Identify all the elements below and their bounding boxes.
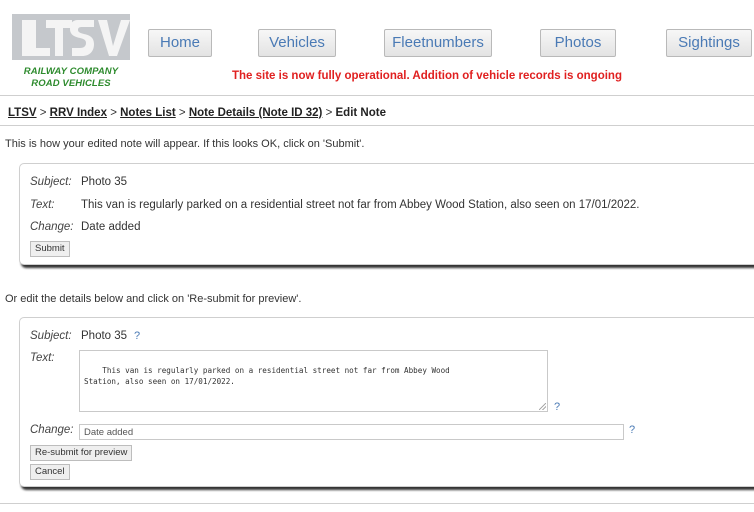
breadcrumb-link-note-details[interactable]: Note Details (Note ID 32)	[189, 107, 323, 119]
preview-instructions: This is how your edited note will appear…	[5, 138, 365, 150]
note-text-textarea[interactable]: This van is regularly parked on a reside…	[79, 350, 548, 412]
resubmit-preview-button[interactable]: Re-submit for preview	[30, 445, 133, 461]
breadcrumb-separator: >	[325, 107, 333, 119]
preview-text-label: Text:	[30, 199, 55, 211]
nav-photos-button[interactable]: Photos	[540, 29, 616, 57]
edit-change-label: Change:	[30, 424, 74, 436]
site-status-notice: The site is now fully operational. Addit…	[232, 70, 622, 82]
preview-subject-value: Photo 35	[81, 176, 128, 188]
resize-handle-icon[interactable]	[539, 403, 546, 410]
breadcrumb-separator: >	[39, 107, 47, 119]
preview-panel: Subject: Photo 35 Text: This van is regu…	[19, 163, 754, 265]
logo-subtitle-line2: ROAD VEHICLES	[31, 78, 111, 89]
note-text-value: This van is regularly parked on a reside…	[84, 366, 450, 386]
nav-fleetnumbers-button[interactable]: Fleetnumbers	[384, 29, 492, 57]
site-header: RAILWAY COMPANY ROAD VEHICLES Home Vehic…	[0, 0, 754, 96]
edit-panel: Subject: Photo 35 ? Text: This van is re…	[19, 317, 754, 487]
edit-text-label: Text:	[30, 352, 55, 364]
nav-vehicles-button[interactable]: Vehicles	[258, 29, 336, 57]
header-divider	[0, 95, 754, 96]
preview-change-value: Date added	[81, 221, 141, 233]
nav-sightings-button[interactable]: Sightings	[666, 29, 752, 57]
text-help-link[interactable]: ?	[554, 401, 560, 413]
subject-help-link[interactable]: ?	[134, 330, 140, 342]
breadcrumb-separator: >	[110, 107, 117, 119]
breadcrumb-current: Edit Note	[335, 107, 386, 119]
cancel-button[interactable]: Cancel	[30, 464, 70, 480]
edit-subject-value: Photo 35	[81, 330, 128, 342]
change-input[interactable]: Date added	[79, 424, 624, 440]
preview-text-value: This van is regularly parked on a reside…	[81, 199, 640, 211]
edit-subject-label: Subject:	[30, 330, 72, 342]
change-input-value: Date added	[84, 427, 134, 438]
logo-subtitle-line1: RAILWAY COMPANY	[23, 66, 119, 77]
breadcrumb-separator: >	[178, 107, 186, 119]
breadcrumb-divider	[0, 125, 754, 126]
ltsv-logo-icon	[12, 14, 130, 60]
site-logo[interactable]: RAILWAY COMPANY ROAD VEHICLES	[12, 14, 130, 92]
breadcrumb-link-notes-list[interactable]: Notes List	[120, 107, 176, 119]
submit-button[interactable]: Submit	[30, 241, 70, 257]
preview-subject-label: Subject:	[30, 176, 72, 188]
footer-divider	[0, 503, 754, 504]
breadcrumb-link-ltsv[interactable]: LTSV	[8, 107, 37, 119]
nav-home-button[interactable]: Home	[148, 29, 212, 57]
breadcrumb: LTSV > RRV Index > Notes List > Note Det…	[8, 107, 386, 119]
preview-change-label: Change:	[30, 221, 74, 233]
edit-instructions: Or edit the details below and click on '…	[5, 293, 302, 305]
breadcrumb-link-rrv-index[interactable]: RRV Index	[50, 107, 107, 119]
change-help-link[interactable]: ?	[629, 424, 635, 436]
